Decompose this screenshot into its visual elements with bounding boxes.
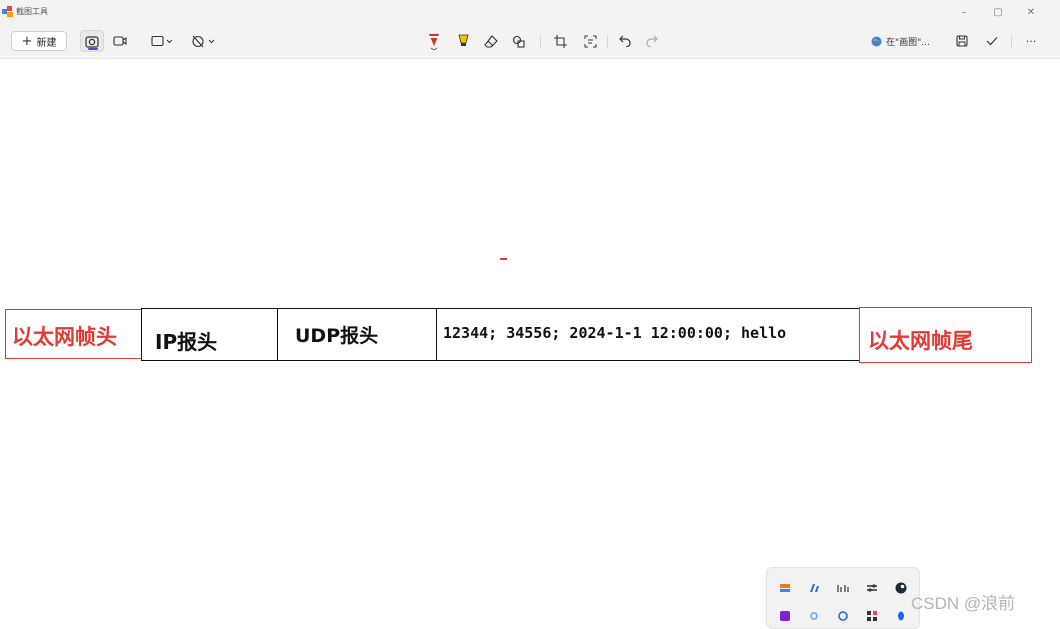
camera-icon [85,35,99,48]
title-bar: 截图工具 – ▢ ✕ [0,0,1060,26]
tray-app-icon[interactable] [835,609,851,623]
app-title: 截图工具 [16,7,48,16]
shapes-button[interactable] [510,30,528,52]
redo-button[interactable] [643,30,661,52]
text-actions-button[interactable] [581,30,599,52]
open-in-paint-label: 在"画图"... [886,37,930,48]
plus-icon: + [21,33,33,49]
tray-app-icon[interactable] [806,581,822,595]
qq-icon[interactable] [893,609,909,623]
eraser-icon [484,34,498,48]
tray-app-icon[interactable] [806,609,822,623]
tray-app-icon[interactable] [835,581,851,595]
undo-icon [619,35,631,47]
timer-dropdown[interactable] [187,30,219,52]
ballpoint-pen-icon [429,34,439,50]
snip-mode-button[interactable] [80,30,104,52]
toolbar: + 新建 在"画图"... ··· [0,26,1060,59]
undo-button[interactable] [616,30,634,52]
check-icon [986,37,998,46]
highlighter-button[interactable] [455,30,471,52]
shapes-icon [512,35,525,48]
new-button-label: 新建 [36,37,57,49]
more-options-button[interactable]: ··· [1020,30,1042,52]
tray-app-icon[interactable] [777,609,793,623]
open-in-paint-button[interactable]: 在"画图"... [871,30,930,52]
redo-icon [646,35,658,47]
eraser-button[interactable] [482,30,500,52]
new-button[interactable]: + 新建 [11,31,67,51]
steam-icon[interactable] [893,581,909,595]
record-mode-button[interactable] [108,30,132,52]
text-actions-icon [584,35,596,47]
save-button[interactable] [953,30,971,52]
paint-app-icon [871,36,882,46]
watermark: CSDN @浪前 [911,594,1016,613]
tray-app-icon[interactable] [777,581,793,595]
highlighter-icon [457,34,469,46]
minimize-button[interactable]: – [954,7,974,18]
red-pen-mark [500,258,507,260]
tray-app-icon[interactable] [864,609,880,623]
crop-icon [553,34,567,48]
divider [540,35,541,49]
udp-header-box: UDP报头 [277,308,437,361]
ethernet-trailer-box: 以太网帧尾 [859,307,1032,363]
tray-app-icon[interactable] [864,581,880,595]
copy-button[interactable] [983,30,1001,52]
rectangle-snip-icon [151,35,173,47]
ballpoint-pen-button[interactable] [425,30,443,52]
snipping-tool-icon [2,6,13,17]
divider [1011,35,1012,49]
payload-box: 12344; 34556; 2024-1-1 12:00:00; hello [436,308,860,361]
close-button[interactable]: ✕ [1021,7,1041,18]
active-indicator [88,48,98,50]
save-icon [956,35,968,47]
restore-button[interactable]: ▢ [988,7,1008,18]
timer-off-icon [192,35,215,48]
snip-shape-dropdown[interactable] [146,30,178,52]
tray-overflow-popup [766,567,920,629]
ethernet-header-box: 以太网帧头 [5,309,142,359]
video-icon [113,36,127,46]
divider [607,35,608,49]
ip-header-box: IP报头 [141,308,278,361]
crop-button[interactable] [551,30,569,52]
